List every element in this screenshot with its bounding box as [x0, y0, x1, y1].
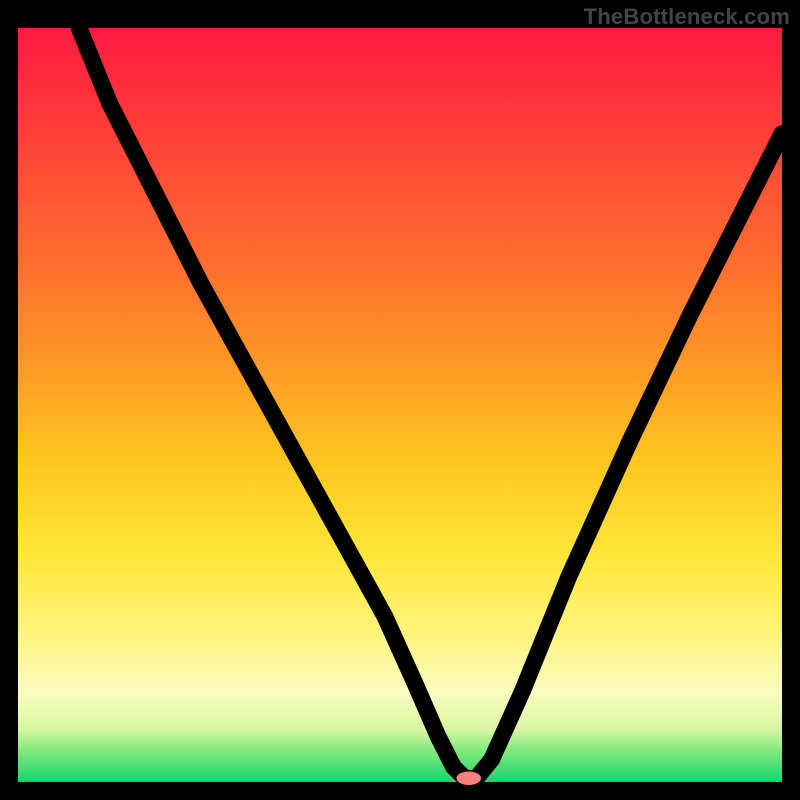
- chart-frame: TheBottleneck.com: [0, 0, 800, 800]
- bottleneck-curve: [79, 28, 782, 778]
- plot-area: [18, 28, 782, 782]
- optimum-marker: [457, 771, 481, 785]
- brand-watermark: TheBottleneck.com: [584, 4, 790, 30]
- bottleneck-curve-svg: [18, 28, 782, 782]
